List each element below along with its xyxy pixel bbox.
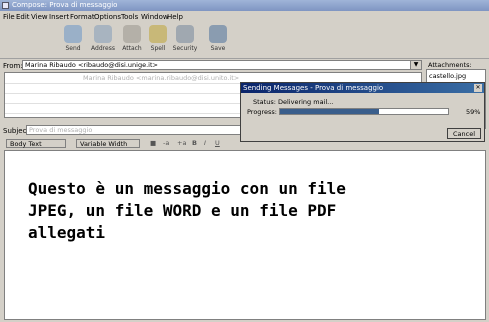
window-icon [2, 2, 9, 9]
security-label: Security [172, 45, 198, 52]
menu-insert[interactable]: Insert [49, 13, 69, 21]
menu-bar: File Edit View Insert Format Options Too… [0, 12, 489, 22]
menu-window[interactable]: Window [141, 13, 169, 21]
send-button[interactable]: Send [58, 25, 88, 57]
status-value: Delivering mail... [277, 98, 334, 106]
menu-format[interactable]: Format [70, 13, 95, 21]
paragraph-style-select[interactable]: Body Text [6, 139, 66, 148]
progress-label: Progress: [247, 108, 277, 116]
dialog-title-bar[interactable]: Sending Messages - Prova di messaggio ✕ [241, 83, 484, 93]
send-label: Send [65, 45, 81, 52]
menu-view[interactable]: View [31, 13, 48, 21]
cancel-button[interactable]: Cancel [447, 128, 481, 139]
font-smaller-icon[interactable]: -a [163, 139, 169, 147]
italic-icon[interactable]: I [204, 139, 206, 147]
menu-help[interactable]: Help [167, 13, 183, 21]
title-bar[interactable]: Compose: Prova di messaggio [0, 0, 489, 11]
compose-window: Compose: Prova di messaggio File Edit Vi… [0, 0, 489, 322]
progress-fill [280, 109, 380, 114]
menu-tools[interactable]: Tools [121, 13, 138, 21]
paperclip-icon [123, 25, 141, 43]
send-icon [64, 25, 82, 43]
underline-icon[interactable]: U [215, 139, 220, 147]
paragraph-style-value: Body Text [10, 140, 42, 148]
menu-edit[interactable]: Edit [16, 13, 30, 21]
toolbar: Send Address Attach Spell Security Save [0, 23, 489, 59]
message-body[interactable]: Questo è un messaggio con un file JPEG, … [28, 178, 468, 244]
address-label: Address [91, 45, 115, 52]
dialog-title: Sending Messages - Prova di messaggio [243, 84, 384, 92]
subject-value: Prova di messaggio [29, 126, 93, 134]
attachments-label: Attachments: [428, 61, 472, 69]
sending-dialog: Sending Messages - Prova di messaggio ✕ … [240, 82, 485, 142]
security-button[interactable]: Security [170, 25, 200, 57]
lock-icon [176, 25, 194, 43]
address-button[interactable]: Address [88, 25, 118, 57]
menu-file[interactable]: File [3, 13, 15, 21]
font-value: Variable Width [80, 140, 128, 148]
font-select[interactable]: Variable Width [76, 139, 140, 148]
save-icon [209, 25, 227, 43]
save-button[interactable]: Save [203, 25, 233, 57]
chevron-down-icon[interactable]: ▼ [410, 61, 421, 69]
spell-label: Spell [150, 45, 166, 52]
status-line: Status: Delivering mail... [253, 98, 333, 106]
window-title: Compose: Prova di messaggio [12, 1, 118, 9]
spell-button[interactable]: Spell [143, 25, 173, 57]
address-book-icon [94, 25, 112, 43]
progress-percent: 59% [466, 108, 481, 116]
status-label: Status: [253, 98, 276, 106]
close-icon[interactable]: ✕ [474, 84, 482, 92]
bold-icon[interactable]: B [192, 139, 197, 147]
text-color-icon[interactable]: ■ [150, 139, 156, 147]
attachment-item[interactable]: castello.jpg [429, 72, 466, 80]
save-label: Save [210, 45, 226, 52]
progress-bar [279, 108, 449, 115]
menu-options[interactable]: Options [94, 13, 121, 21]
from-value: Marina Ribaudo <ribaudo@disi.unige.it> [25, 61, 158, 69]
from-select[interactable]: Marina Ribaudo <ribaudo@disi.unige.it> ▼ [22, 60, 422, 70]
from-label: From: [3, 62, 23, 70]
font-larger-icon[interactable]: +a [177, 139, 186, 147]
spell-check-icon [149, 25, 167, 43]
to-value: Marina Ribaudo <marina.ribaudo@disi.unit… [83, 74, 240, 82]
